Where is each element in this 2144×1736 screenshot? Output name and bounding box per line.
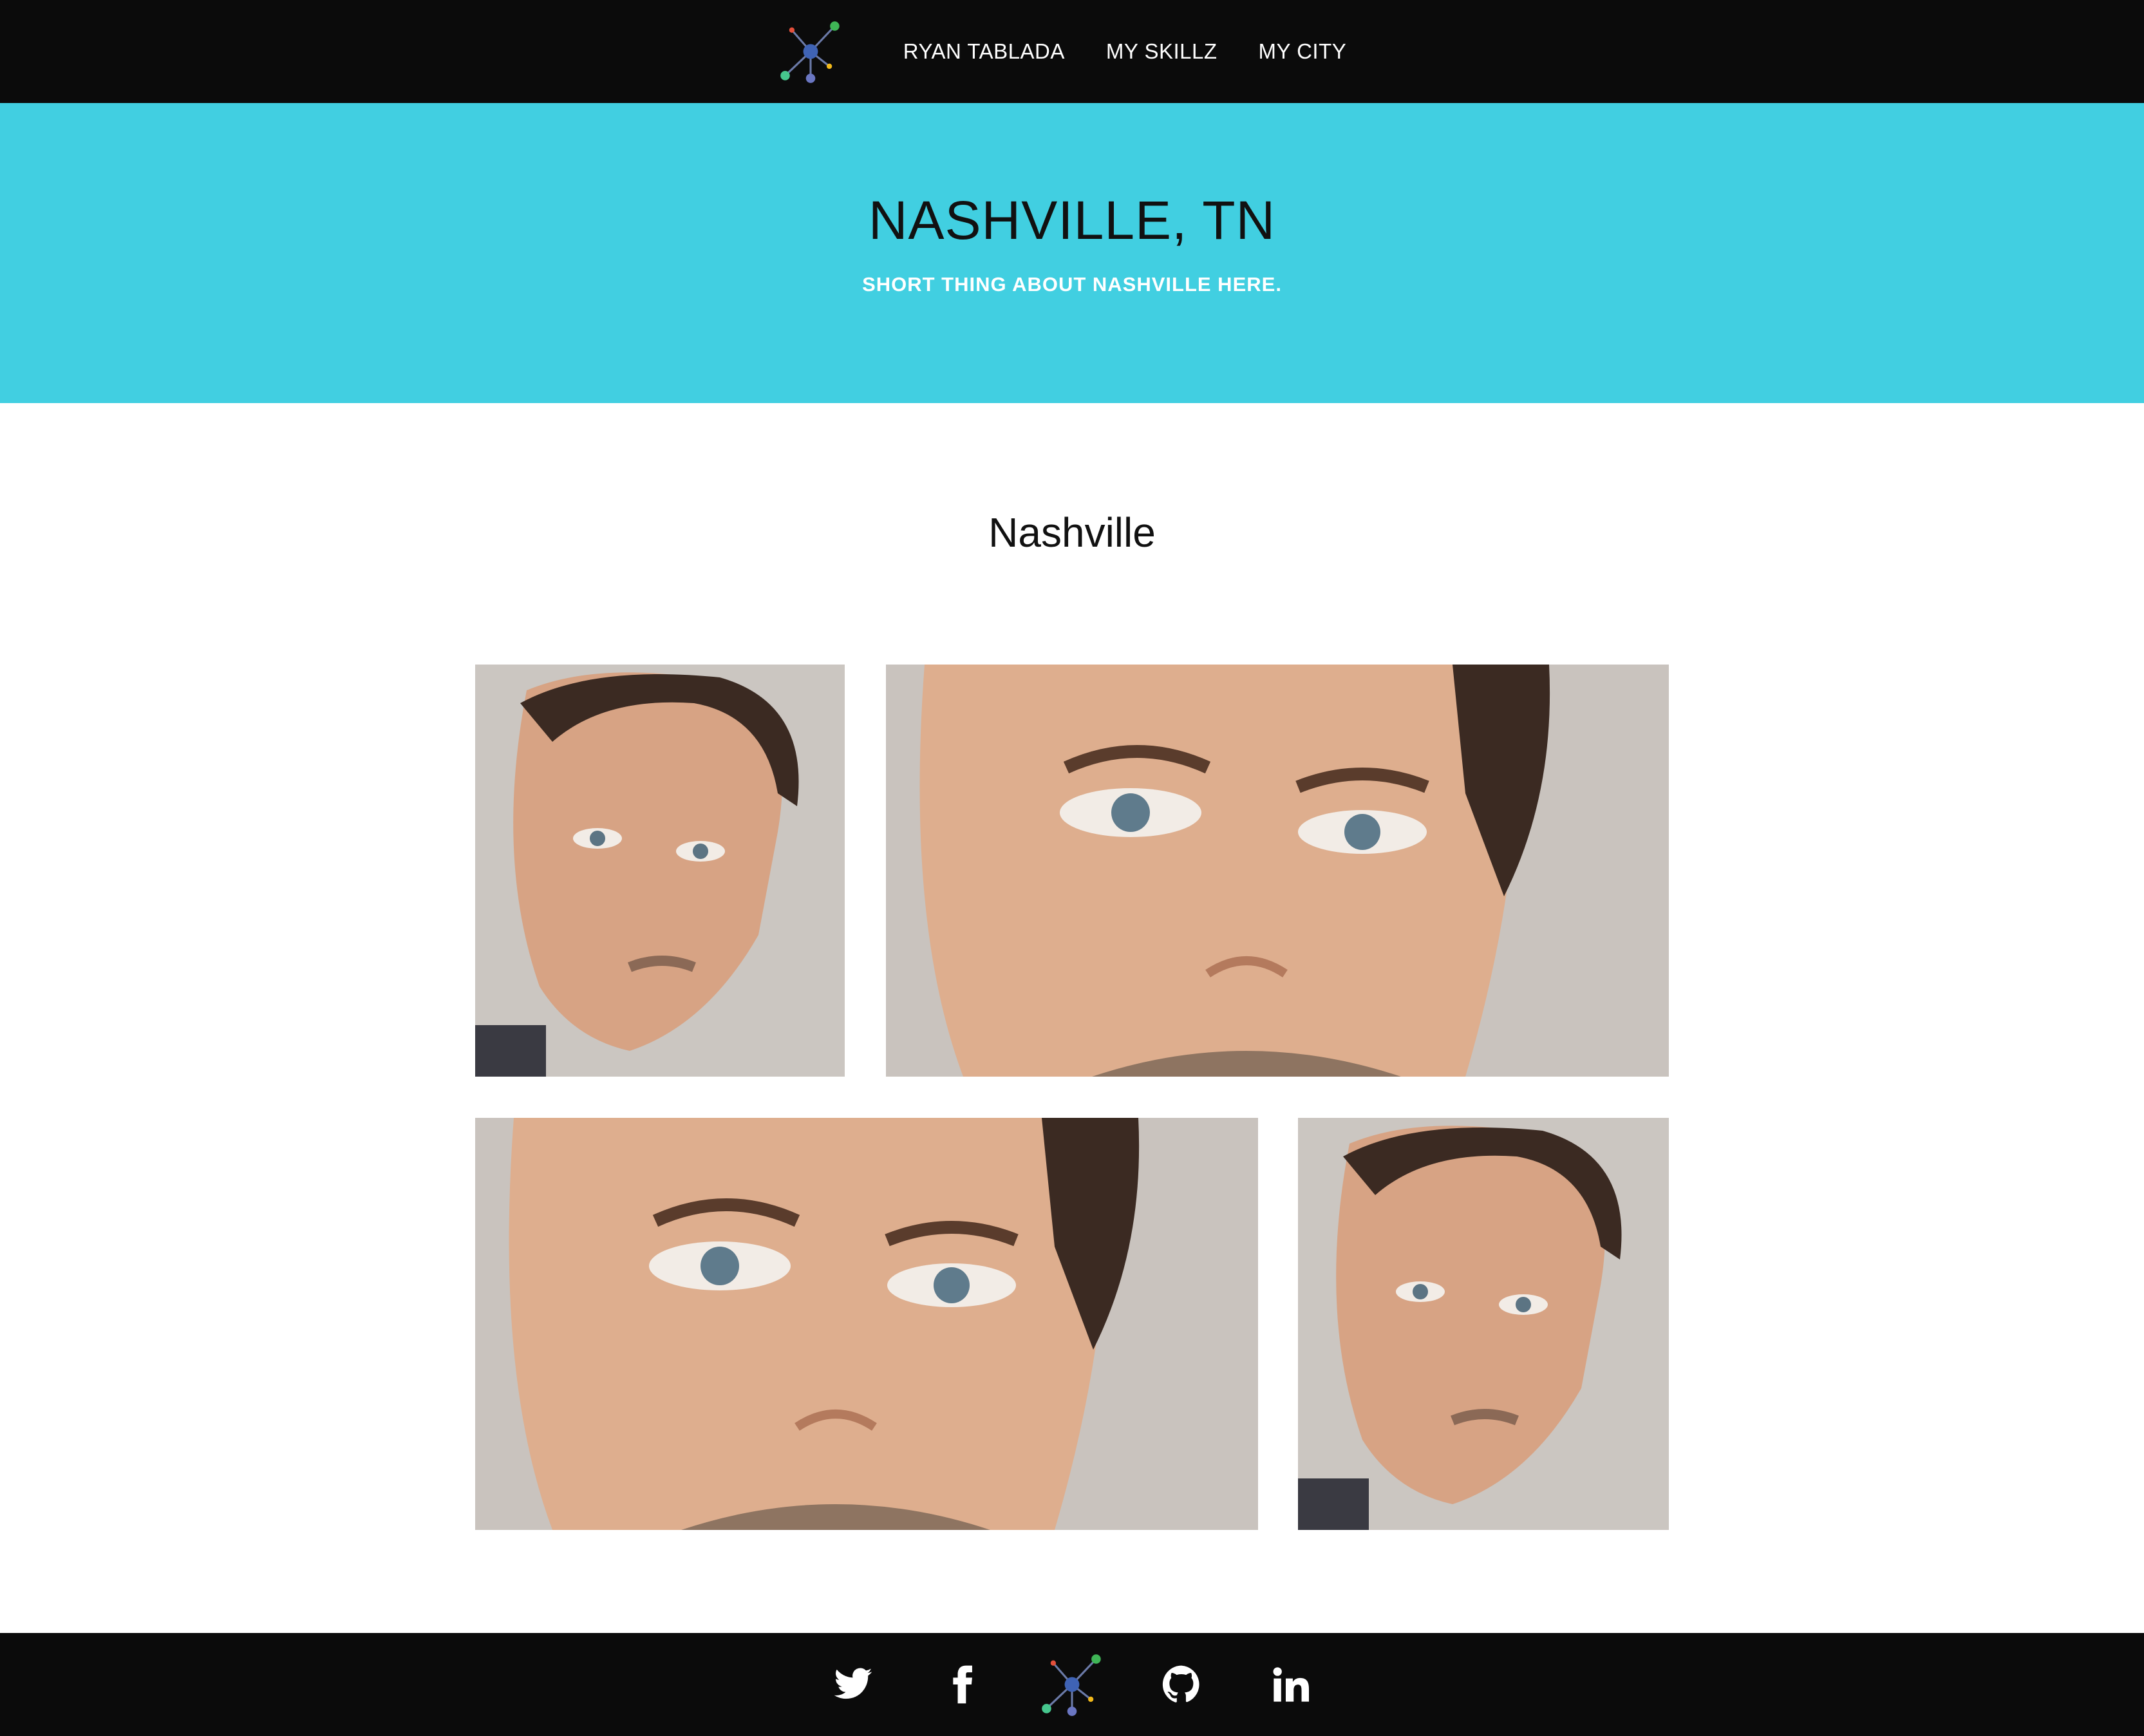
nav-link-my-skillz[interactable]: MY SKILLZ bbox=[1106, 39, 1218, 64]
hero-banner: NASHVILLE, TN SHORT THING ABOUT NASHVILL… bbox=[0, 103, 2144, 403]
nav-link-ryan-tablada[interactable]: RYAN TABLADA bbox=[903, 39, 1065, 64]
molecule-logo-icon[interactable] bbox=[777, 18, 844, 85]
facebook-icon[interactable] bbox=[927, 1649, 998, 1720]
molecule-logo-icon[interactable] bbox=[1037, 1649, 1107, 1720]
nav-link-my-city[interactable]: MY CITY bbox=[1259, 39, 1347, 64]
footer-bar bbox=[0, 1633, 2144, 1736]
hero-title: NASHVILLE, TN bbox=[868, 190, 1276, 250]
gallery-photo-closeup bbox=[886, 665, 1669, 1077]
linkedin-icon[interactable] bbox=[1255, 1649, 1326, 1720]
section-title: Nashville bbox=[988, 509, 1156, 556]
top-navbar: RYAN TABLADA MY SKILLZ MY CITY bbox=[0, 0, 2144, 103]
twitter-icon[interactable] bbox=[818, 1649, 889, 1720]
gallery-photo-closeup bbox=[475, 1118, 1258, 1530]
gallery-photo-portrait bbox=[1298, 1118, 1669, 1530]
github-icon[interactable] bbox=[1146, 1649, 1217, 1720]
gallery-photo-portrait bbox=[475, 665, 845, 1077]
hero-subtitle: SHORT THING ABOUT NASHVILLE HERE. bbox=[862, 273, 1282, 296]
